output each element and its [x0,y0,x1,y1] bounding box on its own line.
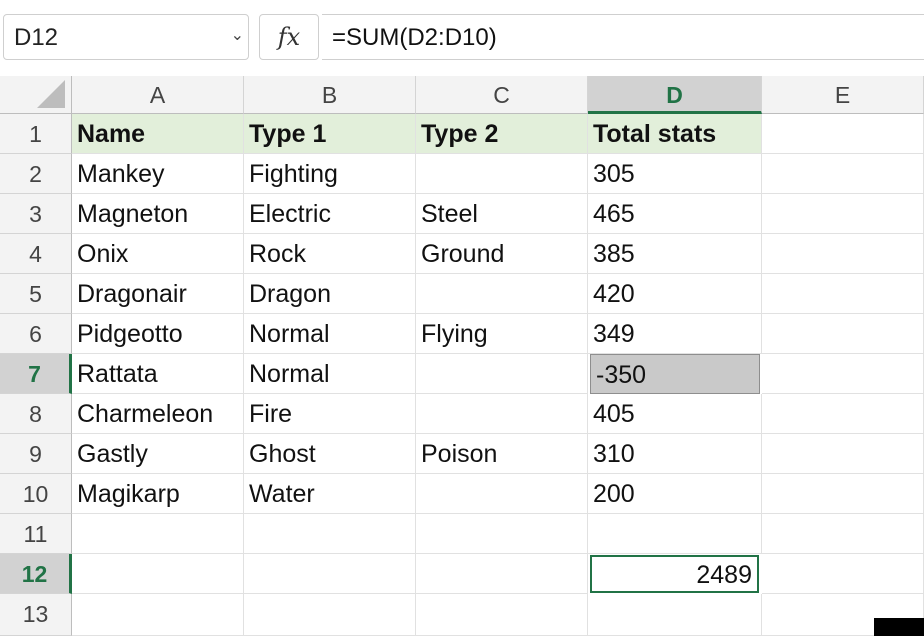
cell-b1[interactable]: Type 1 [244,114,416,154]
cell-a11[interactable] [72,514,244,554]
cell-a8[interactable]: Charmeleon [72,394,244,434]
select-all-button[interactable] [0,76,72,114]
cell-b9[interactable]: Ghost [244,434,416,474]
column-header-d[interactable]: D [588,76,762,114]
cell-a12[interactable] [72,554,244,594]
cell-e12[interactable] [762,554,924,594]
cell-a3[interactable]: Magneton [72,194,244,234]
cell-e3[interactable] [762,194,924,234]
cell-a5[interactable]: Dragonair [72,274,244,314]
cell-b10[interactable]: Water [244,474,416,514]
row-header-12[interactable]: 12 [0,554,72,594]
row-header-8[interactable]: 8 [0,394,72,434]
cell-b6[interactable]: Normal [244,314,416,354]
cell-d4[interactable]: 385 [588,234,762,274]
cell-e11[interactable] [762,514,924,554]
cell-c4[interactable]: Ground [416,234,588,274]
cell-c9[interactable]: Poison [416,434,588,474]
row-header-10[interactable]: 10 [0,474,72,514]
cell-b7[interactable]: Normal [244,354,416,394]
formula-bar: D12 ⌄ fx =SUM(D2:D10) [0,0,924,78]
cell-d10[interactable]: 200 [588,474,762,514]
cell-d1[interactable]: Total stats [588,114,762,154]
cell-d7[interactable]: -350 [590,354,760,394]
fx-icon: fx [277,23,301,51]
cell-d3[interactable]: 465 [588,194,762,234]
cell-d12[interactable]: 2489 [590,555,759,593]
cell-c8[interactable] [416,394,588,434]
formula-input[interactable]: =SUM(D2:D10) [322,14,924,60]
cell-a6[interactable]: Pidgeotto [72,314,244,354]
insert-function-button[interactable]: fx [259,14,319,60]
cell-e1[interactable] [762,114,924,154]
row-header-5[interactable]: 5 [0,274,72,314]
cell-d2[interactable]: 305 [588,154,762,194]
chevron-down-icon[interactable]: ⌄ [231,25,244,45]
cell-e7[interactable] [762,354,924,394]
cell-b4[interactable]: Rock [244,234,416,274]
row-header-2[interactable]: 2 [0,154,72,194]
cell-b8[interactable]: Fire [244,394,416,434]
cell-c6[interactable]: Flying [416,314,588,354]
row-header-11[interactable]: 11 [0,514,72,554]
cell-a2[interactable]: Mankey [72,154,244,194]
row-header-6[interactable]: 6 [0,314,72,354]
column-header-a[interactable]: A [72,76,244,114]
cell-c7[interactable] [416,354,588,394]
cell-a13[interactable] [72,594,244,636]
cell-a10[interactable]: Magikarp [72,474,244,514]
cell-e10[interactable] [762,474,924,514]
column-header-b[interactable]: B [244,76,416,114]
name-box-value: D12 [14,24,59,51]
row-header-3[interactable]: 3 [0,194,72,234]
cell-d6[interactable]: 349 [588,314,762,354]
cell-b12[interactable] [244,554,416,594]
cell-b13[interactable] [244,594,416,636]
cell-e9[interactable] [762,434,924,474]
cell-b5[interactable]: Dragon [244,274,416,314]
formula-text: =SUM(D2:D10) [332,24,497,51]
row-header-9[interactable]: 9 [0,434,72,474]
cell-a4[interactable]: Onix [72,234,244,274]
cell-a7[interactable]: Rattata [72,354,244,394]
row-header-13[interactable]: 13 [0,594,72,636]
cell-e6[interactable] [762,314,924,354]
cell-c13[interactable] [416,594,588,636]
cell-c1[interactable]: Type 2 [416,114,588,154]
row-header-4[interactable]: 4 [0,234,72,274]
cell-e8[interactable] [762,394,924,434]
cell-c11[interactable] [416,514,588,554]
watermark [874,618,924,636]
name-box[interactable]: D12 ⌄ [3,14,249,60]
cell-e4[interactable] [762,234,924,274]
cell-d5[interactable]: 420 [588,274,762,314]
cell-d9[interactable]: 310 [588,434,762,474]
cell-b11[interactable] [244,514,416,554]
cell-d11[interactable] [588,514,762,554]
row-header-1[interactable]: 1 [0,114,72,154]
cell-e5[interactable] [762,274,924,314]
cell-c10[interactable] [416,474,588,514]
cell-c2[interactable] [416,154,588,194]
cell-c3[interactable]: Steel [416,194,588,234]
row-header-7[interactable]: 7 [0,354,72,394]
cell-e2[interactable] [762,154,924,194]
cell-d8[interactable]: 405 [588,394,762,434]
cell-c5[interactable] [416,274,588,314]
select-all-icon [37,80,65,108]
column-header-e[interactable]: E [762,76,924,114]
cell-b2[interactable]: Fighting [244,154,416,194]
cell-a1[interactable]: Name [72,114,244,154]
cell-a9[interactable]: Gastly [72,434,244,474]
column-header-c[interactable]: C [416,76,588,114]
cell-d13[interactable] [588,594,762,636]
cell-b3[interactable]: Electric [244,194,416,234]
cell-c12[interactable] [416,554,588,594]
